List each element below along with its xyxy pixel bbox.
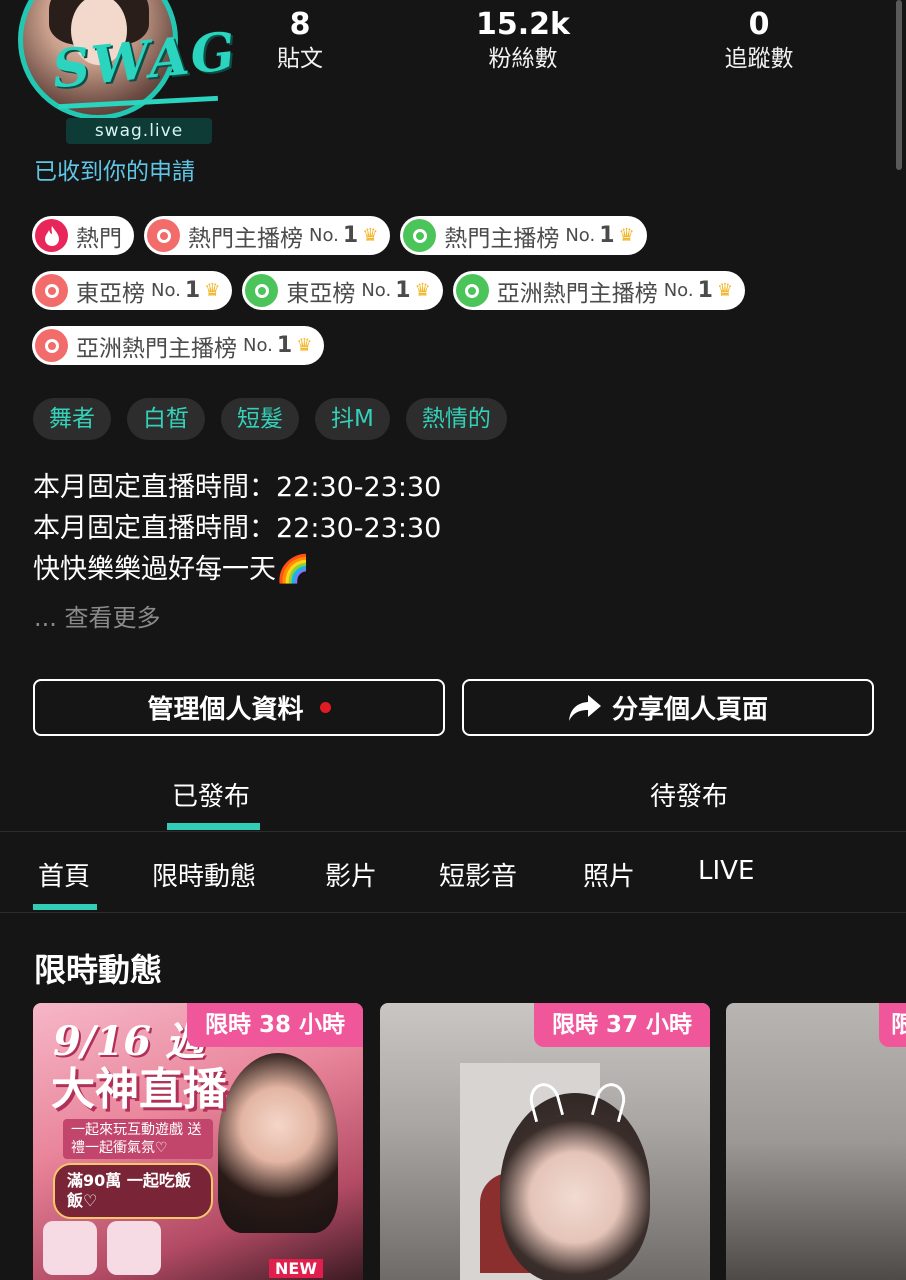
story-thumbnail-person <box>218 1053 338 1233</box>
notification-dot <box>319 702 331 713</box>
green-rank-icon <box>245 274 279 307</box>
stat-posts[interactable]: 8 貼文 <box>225 6 375 74</box>
tab-home[interactable]: 首頁 <box>38 856 90 893</box>
badge-rank-prefix: No. <box>663 280 694 301</box>
stat-followers-value: 15.2k <box>476 7 570 42</box>
tag-chip[interactable]: 抖M <box>315 398 390 440</box>
manage-profile-label: 管理個人資料 <box>147 694 304 724</box>
badge-label: 熱門主播榜 <box>444 225 560 252</box>
story-thumbnail-person <box>500 1093 650 1280</box>
poster-subtitle: 一起來玩互動遊戲 送禮一起衝氣氛♡ <box>63 1119 213 1159</box>
badge-rank-prefix: No. <box>361 280 392 301</box>
site-tag: swag.live <box>66 118 212 144</box>
badge-rank-number: 1 <box>276 333 293 358</box>
divider <box>0 831 906 832</box>
red-rank-icon <box>35 329 68 362</box>
badge-rank-number: 1 <box>697 278 713 303</box>
stat-following[interactable]: 0 追蹤數 <box>684 6 834 74</box>
bio-line: 快快樂樂過好每一天🌈 <box>33 554 310 585</box>
guess-icon <box>107 1221 161 1275</box>
badge-rank-number: 1 <box>395 278 411 303</box>
badge-rank[interactable]: 熱門主播榜 No. 1 ♛ <box>144 216 391 255</box>
avatar[interactable]: SWAG swag.live <box>18 0 240 144</box>
story-card[interactable]: 限時 37 小時 <box>380 1003 710 1280</box>
badge-rank[interactable]: 熱門主播榜 No. 1 ♛ <box>400 216 647 255</box>
badge-label: 熱門 <box>76 225 122 252</box>
badge-rank-prefix: No. <box>565 225 596 246</box>
crown-icon: ♛ <box>618 225 635 246</box>
new-badge: NEW <box>269 1259 323 1278</box>
tab-published[interactable]: 已發布 <box>172 776 250 813</box>
stat-followers[interactable]: 15.2k 粉絲數 <box>448 6 598 74</box>
story-card[interactable]: 9/16 週 大神直播 一起來玩互動遊戲 送禮一起衝氣氛♡ 滿90萬 一起吃飯飯… <box>33 1003 363 1280</box>
badge-rank-number: 1 <box>184 278 201 303</box>
scrollbar[interactable] <box>896 0 902 170</box>
badge-label: 東亞榜 <box>76 280 145 307</box>
tab-photos[interactable]: 照片 <box>583 856 635 893</box>
tag-list: 舞者 白皙 短髮 抖M 熱情的 <box>33 398 507 440</box>
tab-live[interactable]: LIVE <box>698 856 754 886</box>
story-timer-badge: 限時 37 小時 <box>533 1003 710 1047</box>
tab-stories[interactable]: 限時動態 <box>152 856 256 893</box>
see-more-link[interactable]: ... 查看更多 <box>34 598 161 633</box>
story-timer-badge: 限時 38 小時 <box>186 1003 363 1047</box>
crown-icon: ♛ <box>716 280 734 301</box>
badge-list: 熱門 熱門主播榜 No. 1 ♛ 熱門主播榜 No. 1 ♛ 東亞榜 No. 1… <box>32 216 812 365</box>
tag-chip[interactable]: 白皙 <box>127 398 205 440</box>
share-profile-button[interactable]: 分享個人頁面 <box>462 679 874 736</box>
request-status-link[interactable]: 已收到你的申請 <box>34 152 195 186</box>
share-arrow-icon <box>568 694 601 721</box>
green-rank-icon <box>455 274 489 307</box>
tab-videos[interactable]: 影片 <box>325 856 377 893</box>
poster-gift: 滿90萬 一起吃飯飯♡ <box>53 1163 213 1219</box>
stat-following-value: 0 <box>748 7 770 42</box>
share-profile-label: 分享個人頁面 <box>611 694 768 724</box>
badge-rank[interactable]: 東亞榜 No. 1 ♛ <box>32 271 233 310</box>
badge-rank[interactable]: 東亞榜 No. 1 ♛ <box>242 271 443 310</box>
tag-chip[interactable]: 熱情的 <box>405 398 507 440</box>
tab-home-indicator <box>33 904 97 910</box>
manage-profile-button[interactable]: 管理個人資料 <box>33 679 445 736</box>
stat-posts-label: 貼文 <box>277 46 323 72</box>
badge-label: 亞洲熱門主播榜 <box>76 335 237 362</box>
stories-section-title: 限時動態 <box>34 951 163 989</box>
poster-headline: 大神直播 <box>51 1064 227 1115</box>
red-rank-icon <box>147 219 180 252</box>
stat-posts-value: 8 <box>289 7 311 42</box>
badge-label: 東亞榜 <box>286 280 356 307</box>
badge-rank-number: 1 <box>599 223 615 248</box>
tag-chip[interactable]: 舞者 <box>33 398 111 440</box>
green-rank-icon <box>403 219 437 252</box>
crown-icon: ♛ <box>296 335 313 356</box>
story-timer-badge: 限 <box>879 1003 906 1047</box>
crown-icon: ♛ <box>414 280 431 301</box>
badge-label: 亞洲熱門主播榜 <box>496 280 658 307</box>
fire-icon <box>35 219 68 252</box>
story-card[interactable]: 限 <box>726 1003 906 1280</box>
wheel-icon <box>43 1221 97 1275</box>
red-rank-icon <box>35 274 68 307</box>
badge-rank[interactable]: 亞洲熱門主播榜 No. 1 ♛ <box>452 271 746 310</box>
stat-following-label: 追蹤數 <box>724 46 794 72</box>
tab-published-indicator <box>167 823 260 830</box>
bio: 本月固定直播時間：22:30-23:30 本月固定直播時間：22:30-23:3… <box>33 467 441 590</box>
badge-rank-number: 1 <box>342 223 359 248</box>
tag-chip[interactable]: 短髮 <box>221 398 299 440</box>
bio-line: 本月固定直播時間：22:30-23:30 <box>33 513 442 544</box>
badge-rank-prefix: No. <box>243 335 273 356</box>
badge-rank-prefix: No. <box>309 225 339 246</box>
tab-pending[interactable]: 待發布 <box>650 776 728 813</box>
stat-followers-label: 粉絲數 <box>488 46 558 72</box>
crown-icon: ♛ <box>362 225 379 246</box>
badge-hot[interactable]: 熱門 <box>32 216 134 255</box>
tab-shorts[interactable]: 短影音 <box>439 856 517 893</box>
badge-rank-prefix: No. <box>151 280 181 301</box>
divider <box>0 912 906 913</box>
crown-icon: ♛ <box>204 280 221 301</box>
badge-rank[interactable]: 亞洲熱門主播榜 No. 1 ♛ <box>32 326 325 365</box>
badge-label: 熱門主播榜 <box>188 225 303 252</box>
poster-game-icons <box>43 1221 161 1275</box>
bio-line: 本月固定直播時間：22:30-23:30 <box>33 472 442 503</box>
